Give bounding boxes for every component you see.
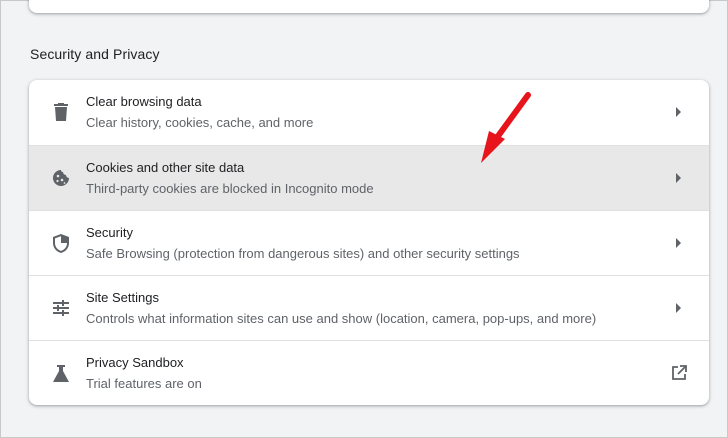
external-link-icon[interactable] — [669, 363, 689, 383]
annotation-arrow — [471, 91, 533, 169]
row-privacy-sandbox[interactable]: Privacy Sandbox Trial features are on — [29, 340, 709, 405]
row-title: Site Settings — [86, 290, 159, 305]
trash-icon — [49, 100, 73, 124]
chevron-right-icon — [669, 102, 689, 122]
previous-settings-card — [29, 0, 709, 13]
row-security[interactable]: Security Safe Browsing (protection from … — [29, 210, 709, 275]
row-title: Security — [86, 225, 133, 240]
row-clear-browsing-data[interactable]: Clear browsing data Clear history, cooki… — [29, 80, 709, 145]
row-cookies-site-data[interactable]: Cookies and other site data Third-party … — [29, 145, 709, 210]
cookie-icon — [49, 166, 73, 190]
section-title: Security and Privacy — [30, 46, 160, 62]
row-title: Cookies and other site data — [86, 160, 245, 175]
row-subtitle: Trial features are on — [86, 376, 202, 391]
chevron-right-icon — [669, 233, 689, 253]
sliders-icon — [49, 296, 73, 320]
chevron-right-icon — [669, 168, 689, 188]
row-subtitle: Safe Browsing (protection from dangerous… — [86, 246, 520, 261]
chevron-right-icon — [669, 298, 689, 318]
row-subtitle: Controls what information sites can use … — [86, 311, 597, 326]
shield-icon — [49, 231, 73, 255]
row-subtitle: Clear history, cookies, cache, and more — [86, 115, 314, 130]
row-site-settings[interactable]: Site Settings Controls what information … — [29, 275, 709, 340]
row-subtitle: Third-party cookies are blocked in Incog… — [86, 181, 374, 196]
security-privacy-card: Clear browsing data Clear history, cooki… — [29, 80, 709, 405]
row-title: Clear browsing data — [86, 94, 202, 109]
flask-icon — [49, 361, 73, 385]
row-title: Privacy Sandbox — [86, 355, 184, 370]
